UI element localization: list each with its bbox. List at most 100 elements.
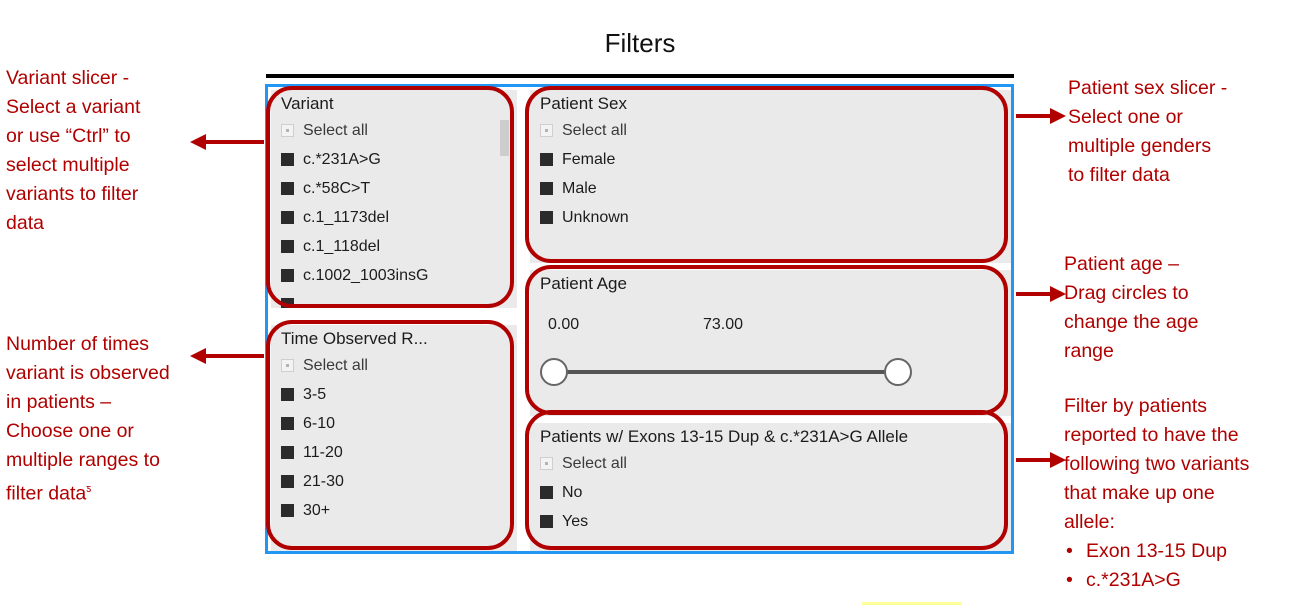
arrow-variant xyxy=(190,134,264,150)
annotation-time-observed-line-5: filter dataƽ xyxy=(6,475,256,509)
annotation-patient-sex-line-0: Patient sex slicer - xyxy=(1068,77,1228,99)
age-min-value: 0.00 xyxy=(548,316,580,333)
annotation-allele-line-3: that make up one xyxy=(1064,482,1215,504)
slicer-patient-sex-title: Patient Sex xyxy=(540,94,627,113)
checkbox-icon[interactable] xyxy=(281,417,294,430)
slicer-allele-item-1[interactable]: Yes xyxy=(540,507,1011,536)
slicer-variant-items: Select all c.*231A>G c.*58C>T c.1_1173de… xyxy=(271,116,517,308)
bottom-accent-rule xyxy=(862,602,962,605)
slicer-variant-item-partial[interactable] xyxy=(281,290,517,308)
checkbox-icon[interactable] xyxy=(281,504,294,517)
age-value-row: 0.00 73.00 xyxy=(548,316,988,338)
arrow-allele xyxy=(1016,452,1066,468)
annotation-patient-age: Patient age – Drag circles to change the… xyxy=(1064,250,1289,366)
slicer-variant-item-2[interactable]: c.1_1173del xyxy=(281,203,517,232)
checkbox-icon[interactable] xyxy=(281,269,294,282)
slicer-time-observed[interactable]: Time Observed R... Select all 3-5 6-10 1… xyxy=(271,325,517,551)
checkbox-icon[interactable] xyxy=(540,182,553,195)
slicer-patient-sex-select-all-label: Select all xyxy=(562,121,627,139)
annotation-patient-age-line-3: range xyxy=(1064,340,1114,362)
slicer-patient-sex-items: Select all Female Male Unknown xyxy=(530,116,1011,232)
slicer-patient-sex[interactable]: Patient Sex Select all Female Male Unkno… xyxy=(530,90,1011,263)
annotation-allele: Filter by patients reported to have the … xyxy=(1064,392,1289,595)
checkbox-icon[interactable] xyxy=(540,486,553,499)
age-slider-track[interactable] xyxy=(552,370,892,374)
slicer-variant-item-3[interactable]: c.1_118del xyxy=(281,232,517,261)
slicer-patient-sex-item-2[interactable]: Unknown xyxy=(540,203,1011,232)
annotation-allele-bullet-list: Exon 13-15 Dup c.*231A>G xyxy=(1064,537,1289,595)
checkbox-icon[interactable] xyxy=(281,182,294,195)
slicer-time-observed-item-label: 3-5 xyxy=(303,385,327,403)
slicer-variant-item-0[interactable]: c.*231A>G xyxy=(281,145,517,174)
annotation-patient-sex: Patient sex slicer - Select one or multi… xyxy=(1068,74,1289,190)
annotation-patient-sex-line-1: Select one or xyxy=(1068,106,1183,128)
slicer-time-observed-item-label: 30+ xyxy=(303,501,331,519)
slicer-time-observed-items: Select all 3-5 6-10 11-20 21-30 30+ xyxy=(271,351,517,525)
variant-list-scrollbar-thumb[interactable] xyxy=(500,120,509,156)
slicer-time-observed-item-1[interactable]: 6-10 xyxy=(281,409,517,438)
arrow-patient-age xyxy=(1016,286,1066,302)
slicer-time-observed-item-0[interactable]: 3-5 xyxy=(281,380,517,409)
checkbox-icon-select-all[interactable] xyxy=(540,457,553,470)
checkbox-icon[interactable] xyxy=(281,446,294,459)
slicer-patient-sex-item-label: Unknown xyxy=(562,208,629,226)
slicer-patient-sex-item-1[interactable]: Male xyxy=(540,174,1011,203)
annotation-variant-line-5: data xyxy=(6,212,44,234)
checkbox-icon[interactable] xyxy=(540,515,553,528)
annotation-time-observed-superscript: ƽ xyxy=(86,483,92,495)
slicer-time-observed-item-label: 21-30 xyxy=(303,472,344,490)
slicer-allele-item-label: No xyxy=(562,483,583,501)
annotation-time-observed-line-2: in patients – xyxy=(6,391,112,413)
slicer-variant-item-4[interactable]: c.1002_1003insG xyxy=(281,261,517,290)
age-slider-handle-min[interactable] xyxy=(540,358,568,386)
checkbox-icon-select-all[interactable] xyxy=(281,124,294,137)
checkbox-icon[interactable] xyxy=(281,153,294,166)
slicer-time-observed-select-all-row[interactable]: Select all xyxy=(281,351,517,380)
annotation-allele-line-1: reported to have the xyxy=(1064,424,1239,446)
slicer-time-observed-item-label: 11-20 xyxy=(303,443,343,461)
checkbox-icon[interactable] xyxy=(281,388,294,401)
slicer-time-observed-item-label: 6-10 xyxy=(303,414,336,432)
slicer-variant[interactable]: Variant Select all c.*231A>G c.*58C>T c.… xyxy=(271,90,517,308)
checkbox-icon[interactable] xyxy=(281,298,294,308)
slicer-patient-sex-select-all-row[interactable]: Select all xyxy=(540,116,1011,145)
annotation-allele-line-0: Filter by patients xyxy=(1064,395,1208,417)
annotation-patient-age-line-0: Patient age – xyxy=(1064,253,1179,275)
annotation-patient-age-line-2: change the age xyxy=(1064,311,1199,333)
checkbox-icon-select-all[interactable] xyxy=(540,124,553,137)
report-canvas: Variant Select all c.*231A>G c.*58C>T c.… xyxy=(265,84,1014,554)
slicer-allele[interactable]: Patients w/ Exons 13-15 Dup & c.*231A>G … xyxy=(530,423,1011,551)
checkbox-icon[interactable] xyxy=(281,240,294,253)
age-slider-handle-max[interactable] xyxy=(884,358,912,386)
variant-list-scrollbar[interactable] xyxy=(500,120,509,300)
annotation-allele-line-4: allele: xyxy=(1064,511,1115,533)
annotation-variant-line-0: Variant slicer - xyxy=(6,67,130,89)
checkbox-icon[interactable] xyxy=(540,211,553,224)
checkbox-icon[interactable] xyxy=(281,475,294,488)
checkbox-icon[interactable] xyxy=(281,211,294,224)
slicer-allele-item-0[interactable]: No xyxy=(540,478,1011,507)
slicer-time-observed-item-2[interactable]: 11-20 xyxy=(281,438,517,467)
annotation-time-observed-line-3: Choose one or xyxy=(6,420,134,442)
slicer-variant-select-all-label: Select all xyxy=(303,121,368,139)
slicer-variant-item-label: c.1_1173del xyxy=(303,208,389,226)
slicer-variant-select-all-row[interactable]: Select all xyxy=(281,116,517,145)
slicer-patient-sex-item-0[interactable]: Female xyxy=(540,145,1011,174)
annotation-variant-line-1: Select a variant xyxy=(6,96,141,118)
slicer-variant-item-1[interactable]: c.*58C>T xyxy=(281,174,517,203)
slicer-time-observed-item-3[interactable]: 21-30 xyxy=(281,467,517,496)
slicer-patient-age[interactable]: Patient Age 0.00 73.00 xyxy=(530,270,1011,416)
slicer-allele-select-all-row[interactable]: Select all xyxy=(540,449,1011,478)
annotation-patient-age-line-1: Drag circles to xyxy=(1064,282,1189,304)
slicer-allele-item-label: Yes xyxy=(562,512,589,530)
slicer-time-observed-select-all-label: Select all xyxy=(303,356,368,374)
annotation-variant-line-3: select multiple xyxy=(6,154,130,176)
checkbox-icon-select-all[interactable] xyxy=(281,359,294,372)
slicer-allele-items: Select all No Yes xyxy=(530,449,1011,536)
age-max-value: 73.00 xyxy=(703,316,744,333)
checkbox-icon[interactable] xyxy=(540,153,553,166)
slicer-allele-select-all-label: Select all xyxy=(562,454,627,472)
annotation-allele-bullet-1: c.*231A>G xyxy=(1064,566,1289,595)
title-divider xyxy=(266,74,1014,78)
slicer-time-observed-item-4[interactable]: 30+ xyxy=(281,496,517,525)
